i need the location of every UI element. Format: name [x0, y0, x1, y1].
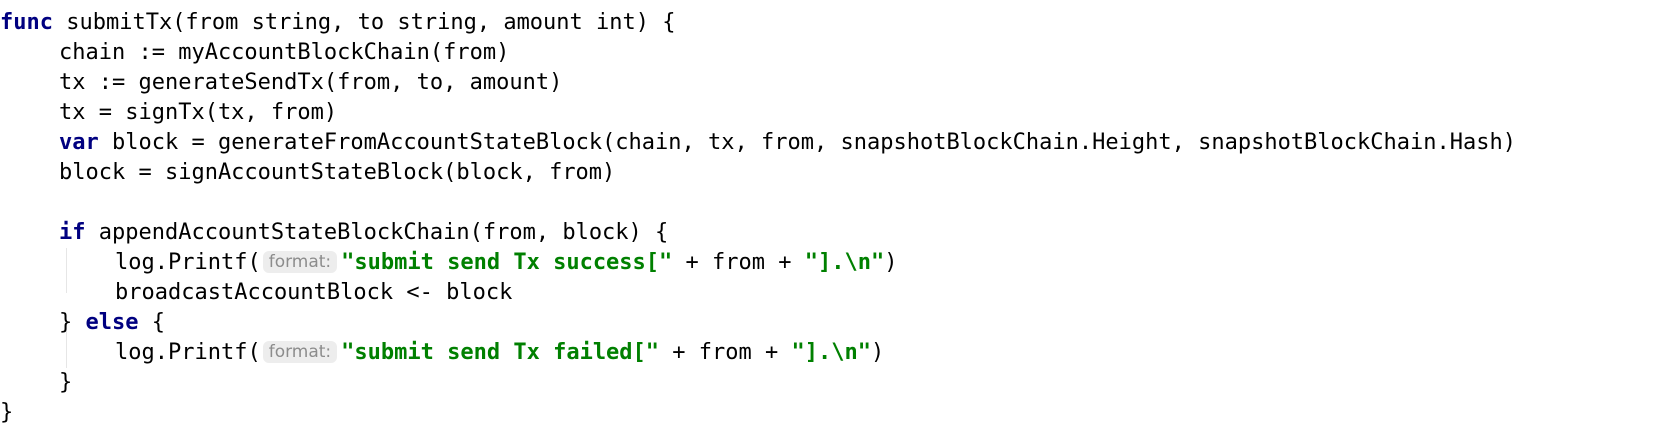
code-text: submitTx(from string, to string, amount … — [52, 10, 676, 35]
code-text: + from + — [659, 340, 792, 365]
code-text: tx := generateSendTx(from, to, amount) — [59, 70, 563, 95]
string-literal: "].\n" — [791, 340, 871, 365]
code-line[interactable]: log.Printf(format: "submit send Tx failed… — [0, 338, 1674, 368]
code-text: block = signAccountStateBlock(block, fro… — [59, 160, 616, 185]
string-literal: "submit send Tx success[" — [341, 250, 673, 275]
keyword: func — [0, 10, 53, 35]
code-text: { — [138, 310, 165, 335]
code-line[interactable]: tx = signTx(tx, from) — [0, 98, 1674, 128]
code-text: tx = signTx(tx, from) — [59, 100, 338, 125]
keyword: else — [85, 310, 139, 335]
code-line[interactable]: func submitTx(from string, to string, am… — [0, 8, 1674, 38]
code-text: appendAccountStateBlockChain(from, block… — [85, 220, 669, 245]
code-text: } — [0, 400, 14, 425]
parameter-hint: format: — [262, 251, 338, 273]
keyword: var — [59, 130, 99, 155]
code-text: broadcastAccountBlock <- block — [115, 280, 513, 305]
code-text: block = generateFromAccountStateBlock(ch… — [98, 130, 1516, 155]
code-line[interactable]: var block = generateFromAccountStateBloc… — [0, 128, 1674, 158]
parameter-hint: format: — [262, 341, 338, 363]
code-line[interactable]: log.Printf(format: "submit send Tx succes… — [0, 248, 1674, 278]
string-literal: "submit send Tx failed[" — [341, 340, 660, 365]
code-text: + from + — [672, 250, 805, 275]
code-line[interactable]: if appendAccountStateBlockChain(from, bl… — [0, 218, 1674, 248]
code-text: log.Printf( — [115, 250, 261, 275]
code-line[interactable]: broadcastAccountBlock <- block — [0, 278, 1674, 308]
code-editor[interactable]: func submitTx(from string, to string, am… — [0, 8, 1674, 438]
code-line[interactable]: } — [0, 398, 1674, 428]
code-line[interactable]: } else { — [0, 308, 1674, 338]
code-line[interactable]: chain := myAccountBlockChain(from) — [0, 38, 1674, 68]
code-text: ) — [870, 340, 885, 365]
code-text: ) — [884, 250, 898, 275]
code-text: } — [59, 310, 86, 335]
code-text: log.Printf( — [115, 340, 261, 365]
code-line[interactable]: } — [0, 368, 1674, 398]
code-line-empty[interactable] — [0, 188, 1674, 218]
code-line[interactable]: block = signAccountStateBlock(block, fro… — [0, 158, 1674, 188]
code-text: chain := myAccountBlockChain(from) — [59, 40, 510, 65]
code-line[interactable]: tx := generateSendTx(from, to, amount) — [0, 68, 1674, 98]
code-text: } — [59, 370, 73, 395]
keyword: if — [59, 220, 86, 245]
string-literal: "].\n" — [804, 250, 885, 275]
